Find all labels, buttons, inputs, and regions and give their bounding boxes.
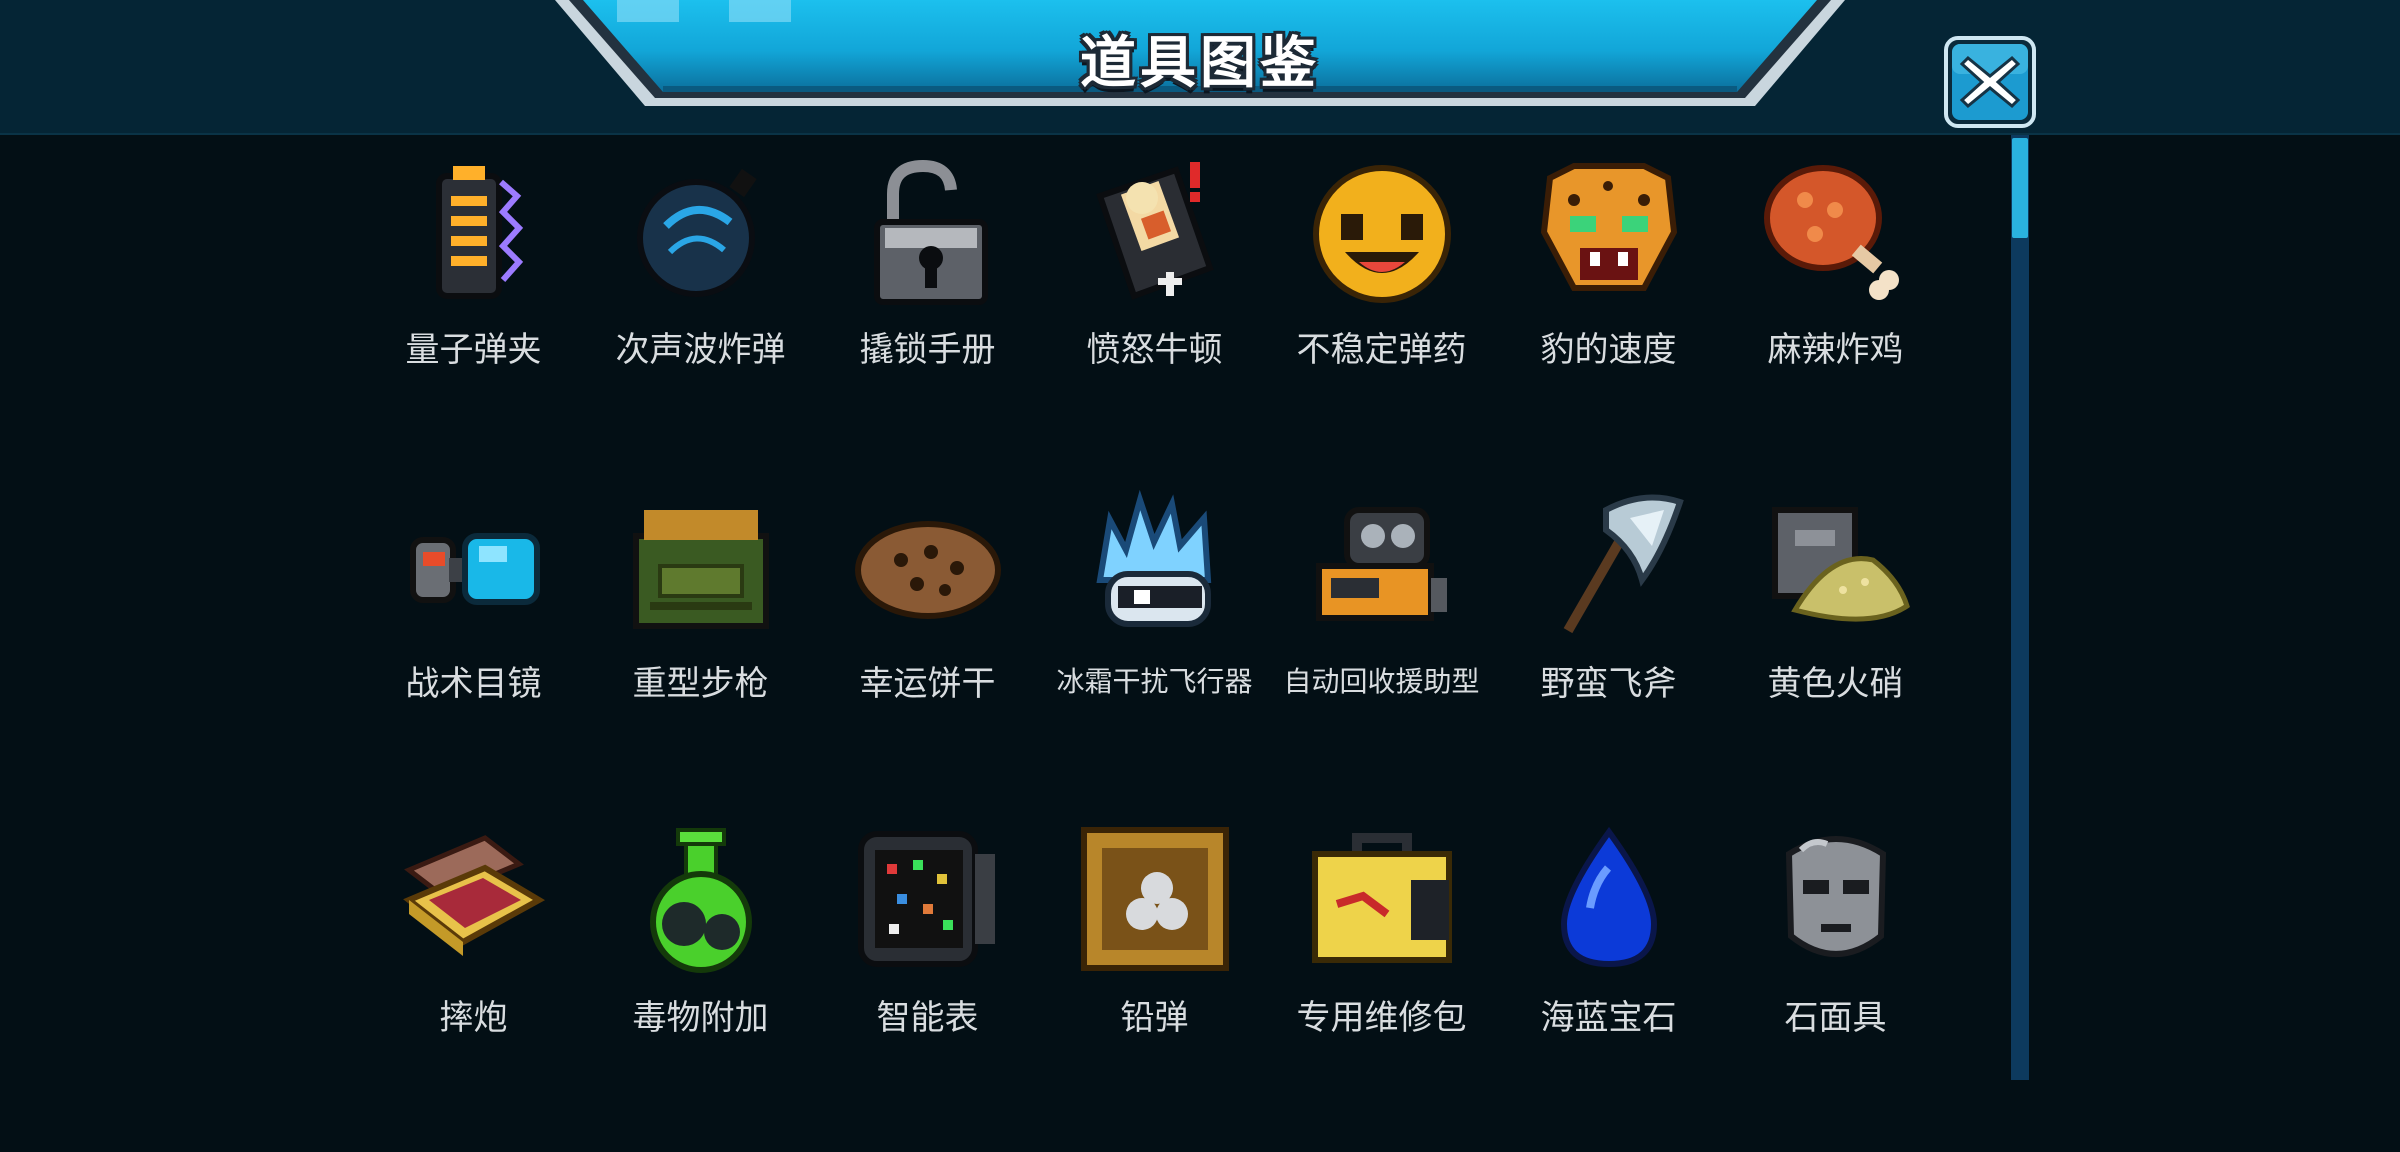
- item-label: 智能表: [876, 998, 979, 1038]
- item-unstable-ammo[interactable]: 不稳定弹药: [1268, 150, 1495, 484]
- item-leopard-speed[interactable]: 豹的速度: [1495, 150, 1722, 484]
- item-stone-mask[interactable]: 石面具: [1722, 818, 1949, 1152]
- item-label: 海蓝宝石: [1540, 998, 1677, 1038]
- repair-kit-icon: [1311, 833, 1452, 963]
- item-snap-firecracker[interactable]: 摔炮: [360, 818, 587, 1152]
- item-quantum-clip[interactable]: 量子弹夹: [360, 150, 587, 484]
- snap-box-icon: [402, 835, 545, 956]
- item-lead-shot[interactable]: 铅弹: [1041, 818, 1268, 1152]
- scrollbar-track[interactable]: [2011, 135, 2029, 1080]
- close-button[interactable]: [1944, 36, 2036, 128]
- item-label: 豹的速度: [1540, 330, 1677, 370]
- stone-mask-icon: [1785, 836, 1886, 957]
- padlock-icon: [873, 159, 988, 305]
- header-bar: 道具图鉴: [0, 0, 2400, 135]
- sonic-bomb-icon: [636, 168, 757, 297]
- item-yellow-saltpeter[interactable]: 黄色火硝: [1722, 484, 1949, 818]
- item-label: 麻辣炸鸡: [1767, 330, 1904, 370]
- blue-gem-icon: [1560, 826, 1657, 968]
- fried-chicken-icon: [1763, 165, 1899, 300]
- leopard-head-icon: [1540, 163, 1677, 291]
- item-label: 野蛮飞斧: [1540, 664, 1677, 704]
- item-label: 次声波炸弹: [615, 330, 786, 370]
- item-label: 毒物附加: [632, 998, 769, 1038]
- item-spicy-fried-chicken[interactable]: 麻辣炸鸡: [1722, 150, 1949, 484]
- item-lucky-cookie[interactable]: 幸运饼干: [814, 484, 1041, 818]
- item-label: 不稳定弹药: [1296, 330, 1467, 370]
- item-label: 重型步枪: [632, 664, 769, 704]
- item-lockpick-manual[interactable]: 撬锁手册: [814, 150, 1041, 484]
- item-repair-kit[interactable]: 专用维修包: [1268, 818, 1495, 1152]
- angry-newton-icon: [1095, 162, 1214, 300]
- item-label: 石面具: [1784, 998, 1887, 1038]
- title-banner: 道具图鉴: [555, 0, 1845, 112]
- scrollbar-thumb[interactable]: [2012, 138, 2028, 238]
- smart-watch-icon: [857, 831, 995, 967]
- cookie-icon: [854, 521, 1001, 619]
- item-label: 黄色火硝: [1767, 664, 1904, 704]
- item-label: 冰霜干扰飞行器: [1056, 665, 1253, 698]
- item-label: 战术目镜: [405, 664, 542, 704]
- frost-drone-icon: [1095, 490, 1211, 627]
- item-label: 量子弹夹: [405, 330, 542, 370]
- item-label: 专用维修包: [1296, 998, 1467, 1038]
- item-smart-watch[interactable]: 智能表: [814, 818, 1041, 1152]
- item-tactical-goggles[interactable]: 战术目镜: [360, 484, 587, 818]
- item-label: 摔炮: [439, 998, 508, 1038]
- item-angry-newton[interactable]: 愤怒牛顿: [1041, 150, 1268, 484]
- item-frost-drone[interactable]: 冰霜干扰飞行器: [1041, 484, 1268, 818]
- page-title: 道具图鉴: [1080, 31, 1320, 96]
- item-heavy-rifle[interactable]: 重型步枪: [587, 484, 814, 818]
- poison-flask-icon: [649, 828, 752, 973]
- item-label: 铅弹: [1120, 998, 1189, 1038]
- axe-icon: [1563, 494, 1684, 634]
- ammo-crate-icon: [632, 510, 769, 629]
- tnt-powder-icon: [1771, 507, 1910, 622]
- lead-shot-cabinet-icon: [1080, 827, 1229, 971]
- item-label: 幸运饼干: [859, 664, 996, 704]
- item-label: 撬锁手册: [859, 330, 996, 370]
- item-aquamarine[interactable]: 海蓝宝石: [1495, 818, 1722, 1152]
- item-grid: 量子弹夹 次声波炸弹 撬锁手册 愤怒牛顿 不稳定弹药 豹的速度 麻辣炸鸡 战术目…: [360, 150, 1950, 1152]
- item-label: 愤怒牛顿: [1086, 330, 1223, 370]
- item-savage-axe[interactable]: 野蛮飞斧: [1495, 484, 1722, 818]
- goggles-icon: [409, 533, 540, 605]
- item-label: 自动回收援助型: [1283, 665, 1480, 698]
- battery-clip-icon: [435, 166, 523, 299]
- item-sonic-bomb[interactable]: 次声波炸弹: [587, 150, 814, 484]
- close-x-icon: [1944, 36, 2036, 128]
- item-auto-recycle-bot[interactable]: 自动回收援助型: [1268, 484, 1495, 818]
- smiley-ball-icon: [1312, 165, 1451, 303]
- recycle-robot-icon: [1315, 507, 1447, 621]
- item-poison-additive[interactable]: 毒物附加: [587, 818, 814, 1152]
